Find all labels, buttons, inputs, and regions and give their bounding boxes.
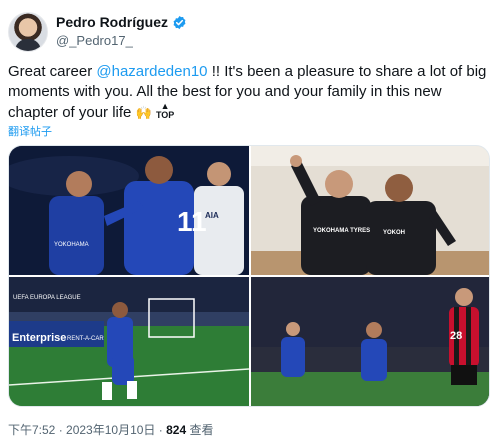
tweet-body: Great career @hazardeden10 !! It's been … <box>8 62 488 123</box>
photo-2-illustration: YOKOHAMA TYRES YOKOH <box>251 146 489 275</box>
views-count: 824 <box>166 423 187 437</box>
mention-link[interactable]: @hazardeden10 <box>96 63 207 80</box>
footer-separator-2: · <box>155 423 167 437</box>
verified-badge-icon <box>173 15 186 29</box>
translate-post-link[interactable]: 翻译帖子 <box>8 123 52 139</box>
views-label: 查看 <box>186 423 214 437</box>
top-arrow-emoji: ▲ TOP <box>155 101 175 120</box>
photo-2-sponsor-right: YOKOH <box>383 230 405 236</box>
tweet-header: Pedro Rodríguez @_Pedro17_ <box>8 12 492 52</box>
photo-3-board-left: UEFA EUROPA LEAGUE <box>13 295 81 301</box>
photo-4-illustration: 28 <box>251 277 489 406</box>
photo-3-illustration: UEFA EUROPA LEAGUE Enterprise RENT-A-CAR <box>9 277 249 406</box>
avatar[interactable] <box>8 12 48 52</box>
top-emoji-label: TOP <box>155 110 175 120</box>
photo-2-sponsor-left: YOKOHAMA TYRES <box>313 228 370 234</box>
photo-4-jersey-number: 28 <box>450 330 462 342</box>
photo-crowd-celebration[interactable]: 28 <box>251 277 489 406</box>
media-grid: 11 YOKOHAMA AIA YOKOHAMA TYRES YOKOH UEF… <box>8 145 490 407</box>
post-time[interactable]: 下午7:52 <box>8 423 55 437</box>
photo-dressing-room[interactable]: YOKOHAMA TYRES YOKOH <box>251 146 489 275</box>
photo-1-sponsor: YOKOHAMA <box>54 242 89 248</box>
post-date[interactable]: 2023年10月10日 <box>66 423 155 437</box>
photo-3-board-bottom-2: RENT-A-CAR <box>67 336 104 342</box>
author-name-row: Pedro Rodríguez <box>56 14 187 30</box>
tweet-footer: 下午7:52 · 2023年10月10日 · 824 查看 <box>8 421 213 438</box>
photo-celebration-1[interactable]: 11 YOKOHAMA AIA <box>9 146 249 275</box>
footer-separator-1: · <box>55 423 67 437</box>
author-handle[interactable]: @_Pedro17_ <box>56 33 133 48</box>
photo-pitch-celebration[interactable]: UEFA EUROPA LEAGUE Enterprise RENT-A-CAR <box>9 277 249 406</box>
photo-3-board-bottom: Enterprise <box>12 332 66 344</box>
author-name[interactable]: Pedro Rodríguez <box>56 14 168 30</box>
tweet-text-prefix: Great career <box>8 63 97 80</box>
photo-1-jersey-number: 11 <box>177 206 207 237</box>
raising-hands-emoji: 🙌 <box>135 105 152 120</box>
photo-1-kit-brand: AIA <box>205 211 219 220</box>
photo-1-illustration: 11 YOKOHAMA AIA <box>9 146 249 275</box>
